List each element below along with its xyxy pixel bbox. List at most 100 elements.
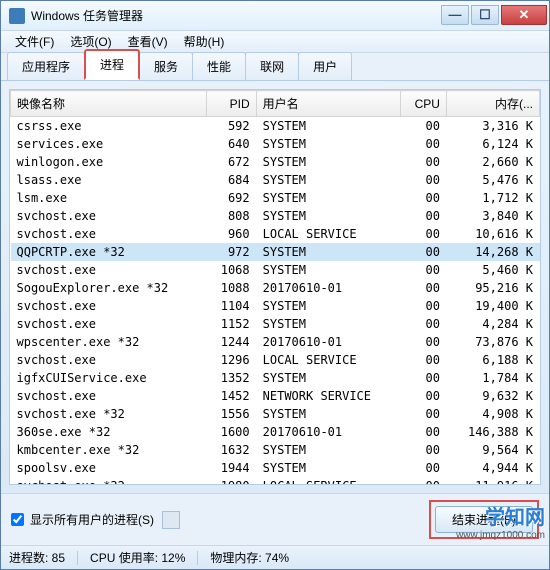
cell-user: SYSTEM [256, 369, 401, 387]
cell-mem: 4,944 K [446, 459, 539, 477]
cell-pid: 1980 [206, 477, 256, 484]
statusbar: 进程数: 85 CPU 使用率: 12% 物理内存: 74% [1, 545, 549, 569]
cell-mem: 5,476 K [446, 171, 539, 189]
cell-user: SYSTEM [256, 117, 401, 136]
cell-cpu: 00 [401, 477, 447, 484]
table-row[interactable]: winlogon.exe672SYSTEM002,660 K [11, 153, 540, 171]
table-row[interactable]: csrss.exe592SYSTEM003,316 K [11, 117, 540, 136]
cell-mem: 10,616 K [446, 225, 539, 243]
footer-controls: 显示所有用户的进程(S) 结束进程(E) [1, 493, 549, 545]
cell-pid: 692 [206, 189, 256, 207]
cell-mem: 19,400 K [446, 297, 539, 315]
cell-pid: 1600 [206, 423, 256, 441]
cell-mem: 3,316 K [446, 117, 539, 136]
cell-user: SYSTEM [256, 459, 401, 477]
table-row[interactable]: lsm.exe692SYSTEM001,712 K [11, 189, 540, 207]
cell-cpu: 00 [401, 135, 447, 153]
tab-1[interactable]: 进程 [84, 49, 140, 80]
cell-mem: 4,908 K [446, 405, 539, 423]
table-row[interactable]: services.exe640SYSTEM006,124 K [11, 135, 540, 153]
cell-pid: 1152 [206, 315, 256, 333]
cell-user: SYSTEM [256, 153, 401, 171]
cell-name: svchost.exe [11, 225, 207, 243]
col-header-user[interactable]: 用户名 [256, 91, 401, 117]
cell-name: svchost.exe [11, 315, 207, 333]
table-row[interactable]: SogouExplorer.exe *32108820170610-010095… [11, 279, 540, 297]
cell-pid: 1632 [206, 441, 256, 459]
cell-pid: 672 [206, 153, 256, 171]
tab-2[interactable]: 服务 [139, 52, 193, 80]
cell-name: 360se.exe *32 [11, 423, 207, 441]
cell-user: 20170610-01 [256, 279, 401, 297]
cell-cpu: 00 [401, 423, 447, 441]
table-row[interactable]: svchost.exe *321980LOCAL SERVICE0011,916… [11, 477, 540, 484]
tab-0[interactable]: 应用程序 [7, 52, 85, 80]
process-table: 映像名称PID用户名CPU内存(... csrss.exe592SYSTEM00… [10, 90, 540, 484]
table-row[interactable]: svchost.exe808SYSTEM003,840 K [11, 207, 540, 225]
col-header-pid[interactable]: PID [206, 91, 256, 117]
table-row[interactable]: kmbcenter.exe *321632SYSTEM009,564 K [11, 441, 540, 459]
table-row[interactable]: svchost.exe1296LOCAL SERVICE006,188 K [11, 351, 540, 369]
cell-user: NETWORK SERVICE [256, 387, 401, 405]
cell-name: winlogon.exe [11, 153, 207, 171]
cell-user: SYSTEM [256, 171, 401, 189]
table-row[interactable]: svchost.exe1068SYSTEM005,460 K [11, 261, 540, 279]
cell-mem: 6,188 K [446, 351, 539, 369]
table-row[interactable]: lsass.exe684SYSTEM005,476 K [11, 171, 540, 189]
col-header-mem[interactable]: 内存(... [446, 91, 539, 117]
titlebar[interactable]: Windows 任务管理器 — ☐ ✕ [1, 1, 549, 31]
cell-user: 20170610-01 [256, 423, 401, 441]
menubar: 文件(F) 选项(O) 查看(V) 帮助(H) [1, 31, 549, 53]
show-all-users-row: 显示所有用户的进程(S) [11, 511, 429, 529]
cell-name: kmbcenter.exe *32 [11, 441, 207, 459]
cell-name: SogouExplorer.exe *32 [11, 279, 207, 297]
table-row[interactable]: svchost.exe1104SYSTEM0019,400 K [11, 297, 540, 315]
minimize-button[interactable]: — [441, 5, 469, 25]
cell-mem: 2,660 K [446, 153, 539, 171]
menu-help[interactable]: 帮助(H) [176, 31, 233, 52]
cell-pid: 1452 [206, 387, 256, 405]
refresh-icon [162, 511, 180, 529]
cell-pid: 684 [206, 171, 256, 189]
table-row[interactable]: spoolsv.exe1944SYSTEM004,944 K [11, 459, 540, 477]
table-row[interactable]: wpscenter.exe *32124420170610-010073,876… [11, 333, 540, 351]
table-row[interactable]: QQPCRTP.exe *32972SYSTEM0014,268 K [11, 243, 540, 261]
cell-pid: 1088 [206, 279, 256, 297]
table-row[interactable]: 360se.exe *32160020170610-0100146,388 K [11, 423, 540, 441]
end-process-button[interactable]: 结束进程(E) [435, 506, 533, 533]
cell-name: svchost.exe *32 [11, 477, 207, 484]
process-table-container[interactable]: 映像名称PID用户名CPU内存(... csrss.exe592SYSTEM00… [10, 90, 540, 484]
cell-mem: 11,916 K [446, 477, 539, 484]
tab-5[interactable]: 用户 [298, 52, 352, 80]
cell-user: SYSTEM [256, 405, 401, 423]
cell-cpu: 00 [401, 387, 447, 405]
col-header-cpu[interactable]: CPU [401, 91, 447, 117]
col-header-name[interactable]: 映像名称 [11, 91, 207, 117]
tab-3[interactable]: 性能 [192, 52, 246, 80]
table-row[interactable]: svchost.exe1152SYSTEM004,284 K [11, 315, 540, 333]
cell-cpu: 00 [401, 405, 447, 423]
cell-cpu: 00 [401, 333, 447, 351]
cell-pid: 808 [206, 207, 256, 225]
cell-cpu: 00 [401, 225, 447, 243]
cell-pid: 592 [206, 117, 256, 136]
cell-pid: 960 [206, 225, 256, 243]
cell-user: SYSTEM [256, 315, 401, 333]
table-row[interactable]: igfxCUIService.exe1352SYSTEM001,784 K [11, 369, 540, 387]
cell-user: LOCAL SERVICE [256, 477, 401, 484]
table-row[interactable]: svchost.exe *321556SYSTEM004,908 K [11, 405, 540, 423]
close-button[interactable]: ✕ [501, 5, 547, 25]
show-all-users-label[interactable]: 显示所有用户的进程(S) [30, 511, 154, 528]
cell-name: svchost.exe [11, 351, 207, 369]
cell-name: QQPCRTP.exe *32 [11, 243, 207, 261]
cell-mem: 146,388 K [446, 423, 539, 441]
table-row[interactable]: svchost.exe960LOCAL SERVICE0010,616 K [11, 225, 540, 243]
menu-file[interactable]: 文件(F) [7, 31, 62, 52]
tab-4[interactable]: 联网 [245, 52, 299, 80]
cell-name: svchost.exe *32 [11, 405, 207, 423]
cell-cpu: 00 [401, 351, 447, 369]
cell-user: 20170610-01 [256, 333, 401, 351]
table-row[interactable]: svchost.exe1452NETWORK SERVICE009,632 K [11, 387, 540, 405]
show-all-users-checkbox[interactable] [11, 513, 24, 526]
maximize-button[interactable]: ☐ [471, 5, 499, 25]
